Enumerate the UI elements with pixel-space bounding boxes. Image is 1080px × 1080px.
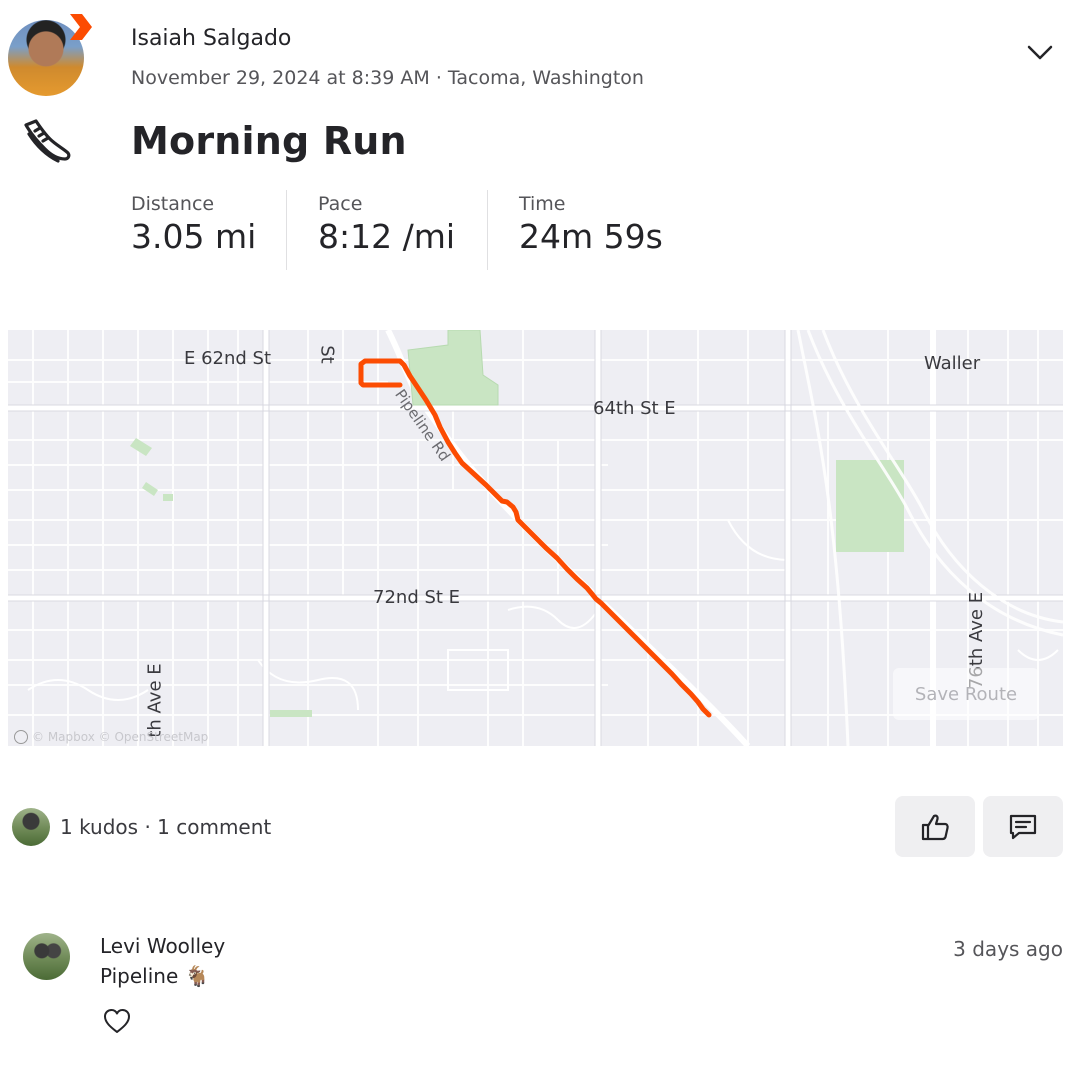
give-kudos-button[interactable]: [895, 796, 975, 857]
map-label-e-62nd-st: E 62nd St: [184, 348, 272, 369]
kudos-separator: ·: [144, 815, 151, 839]
kudos-summary[interactable]: 1 kudos · 1 comment: [60, 815, 271, 839]
comment-count[interactable]: 1 comment: [157, 815, 271, 839]
save-route-button[interactable]: Save Route: [893, 668, 1039, 720]
map-label-st: St: [316, 345, 338, 364]
activity-meta: November 29, 2024 at 8:39 AM · Tacoma, W…: [131, 67, 644, 89]
running-shoe-icon: [24, 119, 71, 163]
meta-separator: ·: [435, 67, 442, 89]
route-map[interactable]: E 62nd St St 64th St E 72nd St E Waller …: [8, 330, 1063, 746]
subscriber-badge-icon: [70, 14, 92, 40]
athlete-avatar-container[interactable]: [8, 14, 92, 100]
comment-text: Pipeline 🐐: [100, 964, 210, 988]
comment-author[interactable]: Levi Woolley: [100, 934, 225, 958]
mapbox-info-icon[interactable]: [14, 730, 28, 744]
kudos-count[interactable]: 1 kudos: [60, 815, 138, 839]
stat-label: Time: [519, 193, 566, 215]
activity-date-time: November 29, 2024 at 8:39 AM: [131, 67, 430, 89]
activity-title[interactable]: Morning Run: [131, 119, 407, 163]
stat-value: 8:12 /mi: [318, 217, 456, 256]
athlete-name[interactable]: Isaiah Salgado: [131, 26, 291, 51]
kudoer-avatar[interactable]: [12, 808, 50, 846]
stat-divider: [286, 190, 287, 270]
stat-label: Distance: [131, 193, 215, 215]
stat-distance: Distance 3.05 mi: [131, 193, 256, 256]
stat-value: 24m 59s: [519, 217, 663, 256]
stat-pace: Pace 8:12 /mi: [318, 193, 455, 256]
add-comment-button[interactable]: [983, 796, 1063, 857]
attribution-text: © Mapbox © OpenStreetMap: [32, 730, 209, 744]
thumbs-up-icon: [921, 814, 949, 840]
stat-divider: [487, 190, 488, 270]
map-label-72nd-st-e: 72nd St E: [373, 587, 461, 608]
stat-value: 3.05 mi: [131, 217, 257, 256]
comment-icon: [1009, 814, 1037, 839]
commenter-avatar[interactable]: [23, 933, 70, 980]
map-attribution[interactable]: © Mapbox © OpenStreetMap: [14, 730, 208, 744]
chevron-down-icon[interactable]: [1024, 36, 1056, 68]
map-label-ave-e: th Ave E: [144, 663, 166, 738]
heart-icon[interactable]: [102, 1007, 132, 1035]
stat-label: Pace: [318, 193, 363, 215]
activity-location: Tacoma, Washington: [447, 67, 644, 89]
map-label-waller: Waller: [924, 353, 981, 374]
map-label-64th-st-e: 64th St E: [593, 398, 676, 419]
comment-timestamp: 3 days ago: [953, 937, 1063, 961]
stat-time: Time 24m 59s: [519, 193, 663, 256]
